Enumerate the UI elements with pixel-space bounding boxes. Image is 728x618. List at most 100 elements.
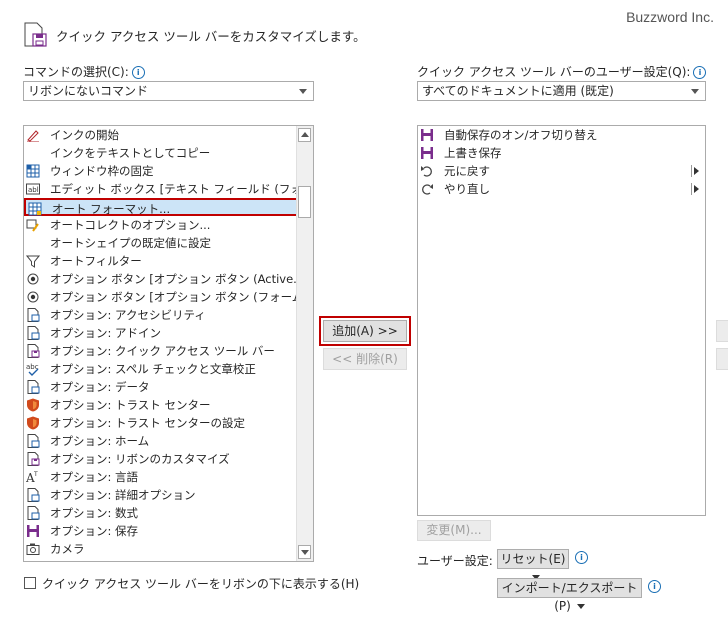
- user-settings-label: ユーザー設定:: [417, 554, 493, 568]
- commands-list[interactable]: インクの開始インクをテキストとしてコピー ウィンドウ枠の固定 abl エディット ボッ…: [23, 125, 314, 562]
- list-item[interactable]: A T オプション: 言語: [24, 468, 298, 486]
- options-doc-icon: [27, 308, 40, 322]
- list-item[interactable]: オプション: 保存: [24, 522, 298, 540]
- import-export-button[interactable]: インポート/エクスポート(P): [497, 578, 642, 613]
- reset-button-label: リセット(E): [500, 552, 566, 566]
- radio-button-icon: [27, 273, 39, 285]
- list-item-label: オプション: データ: [50, 380, 150, 394]
- list-item[interactable]: オプション: 数式: [24, 504, 298, 522]
- show-below-ribbon-label: クイック アクセス ツール バーをリボンの下に表示する(H): [42, 577, 360, 591]
- chevron-down-icon: [299, 89, 307, 94]
- list-item-label: オプション: ホーム: [50, 434, 150, 448]
- submenu-divider: [691, 183, 692, 195]
- language-icon: AT: [26, 471, 38, 484]
- qat-list-item[interactable]: 自動保存のオン/オフ切り替え: [418, 126, 705, 144]
- chevron-right-icon[interactable]: [694, 185, 699, 193]
- options-doc-icon: [27, 506, 40, 520]
- svg-text:T: T: [33, 471, 38, 478]
- list-item-label: インクをテキストとしてコピー: [50, 146, 211, 160]
- save-icon: [27, 525, 39, 537]
- list-item-label: インクの開始: [50, 128, 119, 142]
- list-item-label: ウィンドウ枠の固定: [50, 164, 154, 178]
- options-qat-icon: [27, 344, 40, 358]
- list-item[interactable]: オートシェイプの既定値に設定: [24, 234, 298, 252]
- list-item[interactable]: オプション ボタン [オプション ボタン (フォーム ...: [24, 288, 313, 306]
- commands-select-value: リボンにないコマンド: [28, 84, 149, 98]
- list-item[interactable]: オプション: クイック アクセス ツール バー: [24, 342, 298, 360]
- autocorrect-icon: [26, 219, 39, 232]
- scroll-up-button[interactable]: [298, 128, 311, 142]
- reset-button[interactable]: リセット(E): [497, 549, 569, 580]
- list-item[interactable]: オプション: 詳細オプション: [24, 486, 298, 504]
- qat-list-item[interactable]: 元に戻す: [418, 162, 705, 180]
- qat-list-item-label: 元に戻す: [444, 164, 490, 178]
- move-up-button[interactable]: [716, 320, 728, 342]
- list-item[interactable]: abl エディット ボックス [テキスト フィールド (フォー...: [24, 180, 313, 198]
- qat-label: クイック アクセス ツール バーのユーザー設定(Q): i: [417, 63, 707, 80]
- commands-select[interactable]: リボンにないコマンド: [23, 81, 314, 101]
- list-item[interactable]: インクをテキストとしてコピー: [24, 144, 298, 162]
- commands-label-text: コマンドの選択(C):: [23, 65, 129, 79]
- shield-icon: [27, 416, 39, 430]
- info-icon[interactable]: i: [693, 66, 707, 79]
- list-item-label: オプション: 言語: [50, 470, 139, 484]
- chevron-down-icon: [691, 89, 699, 94]
- commands-scrollbar[interactable]: [296, 126, 313, 561]
- list-item[interactable]: オート フォーマット...: [24, 198, 298, 216]
- save-icon: [421, 147, 433, 159]
- list-item[interactable]: オプション ボタン [オプション ボタン (Active...: [24, 270, 304, 288]
- ink-pen-icon: [27, 130, 39, 142]
- radio-button-icon: [27, 291, 39, 303]
- list-item-label: オプション ボタン [オプション ボタン (Active...: [50, 272, 305, 286]
- list-item[interactable]: オプション: トラスト センター: [24, 396, 298, 414]
- list-item-label: オプション: 詳細オプション: [50, 488, 196, 502]
- list-item[interactable]: ウィンドウ枠の固定: [24, 162, 298, 180]
- move-down-button[interactable]: [716, 348, 728, 370]
- list-item-label: オプション: クイック アクセス ツール バー: [50, 344, 275, 358]
- remove-button[interactable]: << 削除(R): [323, 348, 407, 370]
- list-item[interactable]: abc オプション: スペル チェックと文章校正: [24, 360, 298, 378]
- scroll-thumb[interactable]: [298, 186, 311, 218]
- list-item-label: エディット ボックス [テキスト フィールド (フォー...: [50, 182, 314, 196]
- list-item[interactable]: オプション: ホーム: [24, 432, 298, 450]
- list-item[interactable]: オートコレクトのオプション...: [24, 216, 298, 234]
- list-item[interactable]: オプション: リボンのカスタマイズ: [24, 450, 298, 468]
- qat-list-item-label: 自動保存のオン/オフ切り替え: [444, 128, 598, 142]
- list-item[interactable]: カメラ: [24, 540, 298, 558]
- qat-list[interactable]: 自動保存のオン/オフ切り替え上書き保存元に戻すやり直し: [417, 125, 706, 516]
- page-title: クイック アクセス ツール バーをカスタマイズします。: [56, 29, 366, 44]
- shield-icon: [27, 398, 39, 412]
- list-item[interactable]: インクの開始: [24, 126, 298, 144]
- arrow-up-icon: [301, 132, 309, 137]
- show-below-ribbon-checkbox[interactable]: [24, 577, 36, 589]
- list-item[interactable]: オプション: アクセシビリティ: [24, 306, 298, 324]
- info-icon[interactable]: i: [131, 66, 145, 79]
- list-item-label: オプション: アドイン: [50, 326, 162, 340]
- list-item-label: オプション: アクセシビリティ: [50, 308, 206, 322]
- list-item[interactable]: オートフィルター: [24, 252, 298, 270]
- add-button[interactable]: 追加(A) >>: [319, 316, 411, 346]
- options-doc-icon: [27, 380, 40, 394]
- modify-button[interactable]: 変更(M)...: [417, 520, 491, 541]
- options-qat-icon: [27, 452, 40, 466]
- qat-list-item[interactable]: 上書き保存: [418, 144, 705, 162]
- list-item-label: オプション: トラスト センターの設定: [50, 416, 245, 430]
- filter-icon: [26, 255, 40, 268]
- qat-select[interactable]: すべてのドキュメントに適用 (既定): [417, 81, 706, 101]
- list-item[interactable]: オプション: トラスト センターの設定: [24, 414, 298, 432]
- arrow-down-icon: [301, 550, 309, 555]
- redo-icon: [422, 184, 433, 195]
- spelling-icon: abc: [26, 363, 39, 376]
- options-doc-icon: [27, 488, 40, 502]
- list-item-label: オプション: スペル チェックと文章校正: [50, 362, 256, 376]
- qat-select-value: すべてのドキュメントに適用 (既定): [422, 84, 614, 98]
- qat-list-item[interactable]: やり直し: [418, 180, 705, 198]
- scroll-down-button[interactable]: [298, 545, 311, 559]
- chevron-right-icon[interactable]: [694, 167, 699, 175]
- list-item[interactable]: オプション: データ: [24, 378, 298, 396]
- submenu-divider: [691, 165, 692, 177]
- info-icon[interactable]: i: [648, 580, 661, 593]
- list-item[interactable]: オプション: アドイン: [24, 324, 298, 342]
- save-icon: [421, 129, 433, 141]
- info-icon[interactable]: i: [575, 551, 588, 564]
